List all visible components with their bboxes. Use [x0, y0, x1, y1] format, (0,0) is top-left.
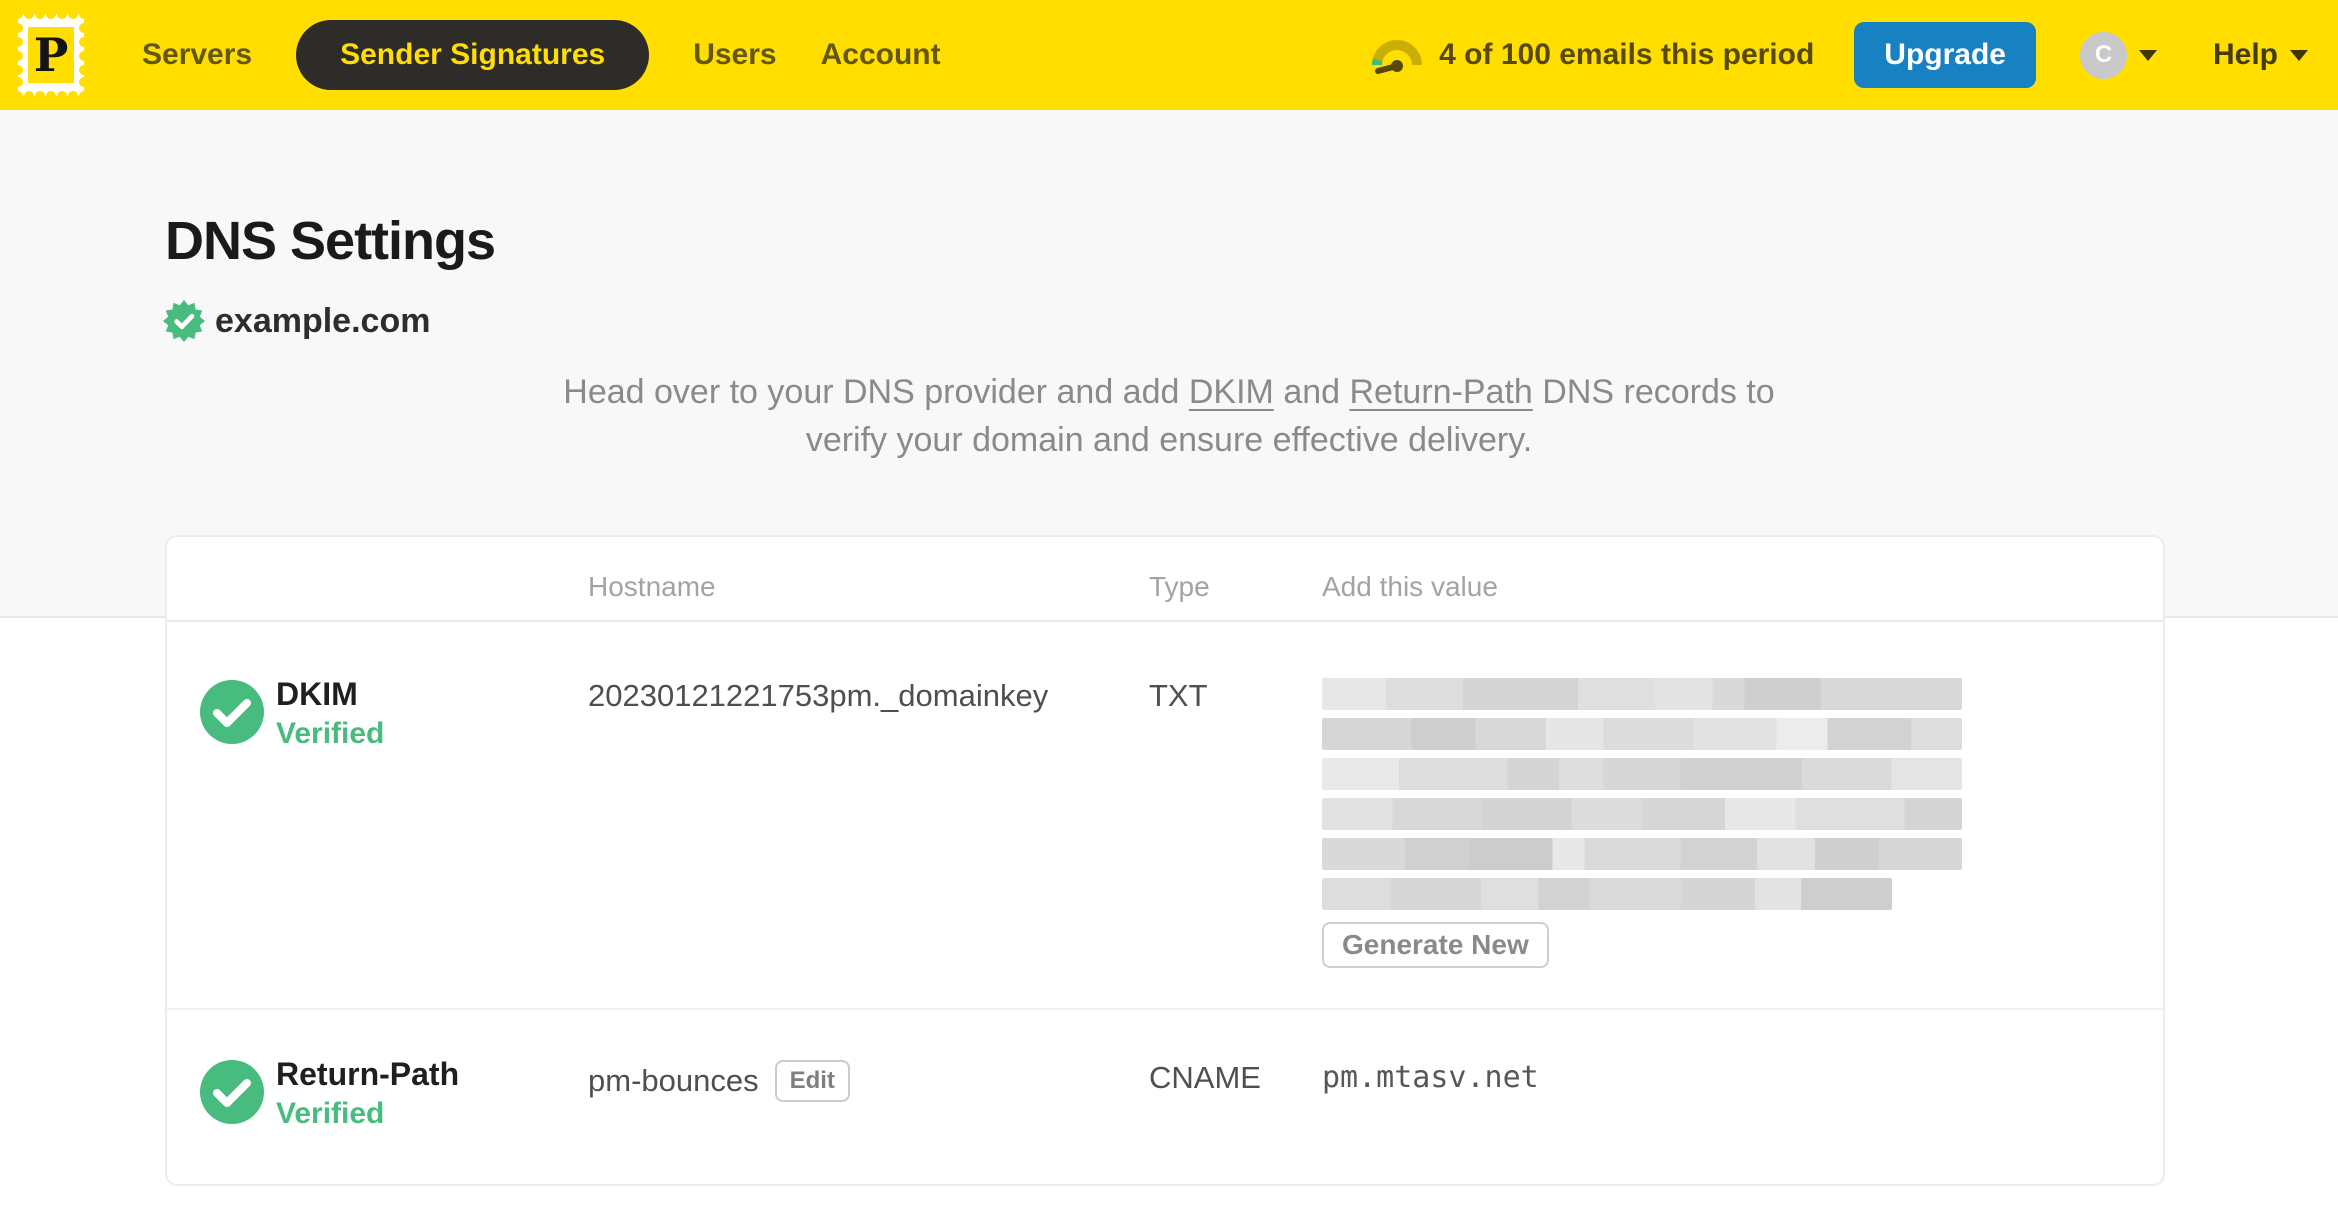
page-title: DNS Settings [165, 211, 496, 271]
dkim-link[interactable]: DKIM [1189, 373, 1274, 411]
return-path-value-cell: pm.mtasv.net [1322, 1010, 2163, 1184]
return-path-hostname-cell: pm-bounces Edit [588, 1010, 1149, 1184]
table-row-return-path: Return-Path Verified pm-bounces Edit CNA… [167, 1010, 2163, 1184]
return-path-labels: Return-Path Verified [276, 1054, 459, 1134]
redacted-value-line [1322, 678, 1962, 710]
redacted-value-line [1322, 838, 1962, 870]
dkim-status-cell: DKIM Verified [167, 622, 588, 1008]
avatar-caret-icon [2138, 49, 2157, 61]
top-navbar: P Servers Sender Signatures Users Accoun… [0, 0, 2338, 110]
verified-check-icon [200, 680, 264, 744]
help-caret-icon [2290, 49, 2308, 61]
account-menu[interactable]: C [2079, 31, 2157, 79]
usage-gauge-icon [1372, 40, 1423, 74]
dkim-type: TXT [1149, 678, 1208, 713]
header-type: Type [1149, 571, 1210, 602]
nav-item-account[interactable]: Account [821, 38, 941, 72]
return-path-value: pm.mtasv.net [1322, 1060, 1539, 1095]
help-label: Help [2212, 38, 2278, 71]
postmark-stamp-icon: P [13, 9, 89, 101]
table-header-row: Hostname Type Add this value [167, 537, 2163, 622]
dns-settings-page: P Servers Sender Signatures Users Accoun… [0, 0, 2338, 1222]
generate-new-button[interactable]: Generate New [1322, 922, 1549, 968]
nav-item-servers[interactable]: Servers [142, 38, 252, 72]
return-path-type: CNAME [1149, 1060, 1261, 1095]
dns-records-card: Hostname Type Add this value DKIM Verifi… [165, 535, 2165, 1186]
dkim-value-cell: Generate New [1322, 622, 2163, 1008]
nav-item-sender-signatures[interactable]: Sender Signatures [296, 20, 650, 90]
redacted-value-line [1322, 718, 1962, 750]
avatar[interactable]: C [2079, 31, 2127, 79]
table-row-dkim: DKIM Verified 20230121221753pm._domainke… [167, 622, 2163, 1010]
dkim-hostname: 20230121221753pm._domainkey [588, 678, 1049, 713]
help-menu[interactable]: Help [2213, 38, 2308, 72]
page-description: Head over to your DNS provider and add D… [539, 368, 1799, 464]
description-part2: and [1273, 373, 1350, 411]
postmark-logo[interactable]: P [13, 9, 89, 101]
return-path-hostname: pm-bounces [588, 1063, 759, 1098]
record-name: DKIM [276, 676, 358, 712]
record-status-badge: Verified [276, 717, 385, 750]
usage-text: 4 of 100 emails this period [1439, 38, 1815, 71]
record-status-badge: Verified [276, 1097, 385, 1130]
nav-right: 4 of 100 emails this period Upgrade C He… [1371, 22, 2308, 88]
domain-name: example.com [215, 301, 431, 340]
upgrade-button[interactable]: Upgrade [1854, 22, 2036, 88]
nav-items: Servers Sender Signatures Users Account [142, 20, 941, 90]
dkim-value-redacted [1322, 678, 1962, 910]
return-path-status-cell: Return-Path Verified [167, 1010, 588, 1184]
header-hostname: Hostname [588, 571, 716, 602]
nav-item-users[interactable]: Users [693, 38, 776, 72]
record-name: Return-Path [276, 1056, 460, 1092]
redacted-value-line [1322, 758, 1962, 790]
return-path-link[interactable]: Return-Path [1350, 373, 1533, 411]
verified-check-icon [200, 1060, 264, 1124]
description-part1: Head over to your DNS provider and add [563, 373, 1189, 411]
header-value: Add this value [1322, 571, 1498, 602]
verified-domain: example.com [163, 300, 430, 342]
redacted-value-line [1322, 798, 1962, 830]
dkim-labels: DKIM Verified [276, 674, 384, 754]
redacted-value-line [1322, 878, 1892, 910]
header-record [167, 537, 588, 620]
svg-text:P: P [34, 28, 69, 82]
edit-button[interactable]: Edit [774, 1060, 850, 1102]
verified-badge-icon [163, 300, 205, 342]
